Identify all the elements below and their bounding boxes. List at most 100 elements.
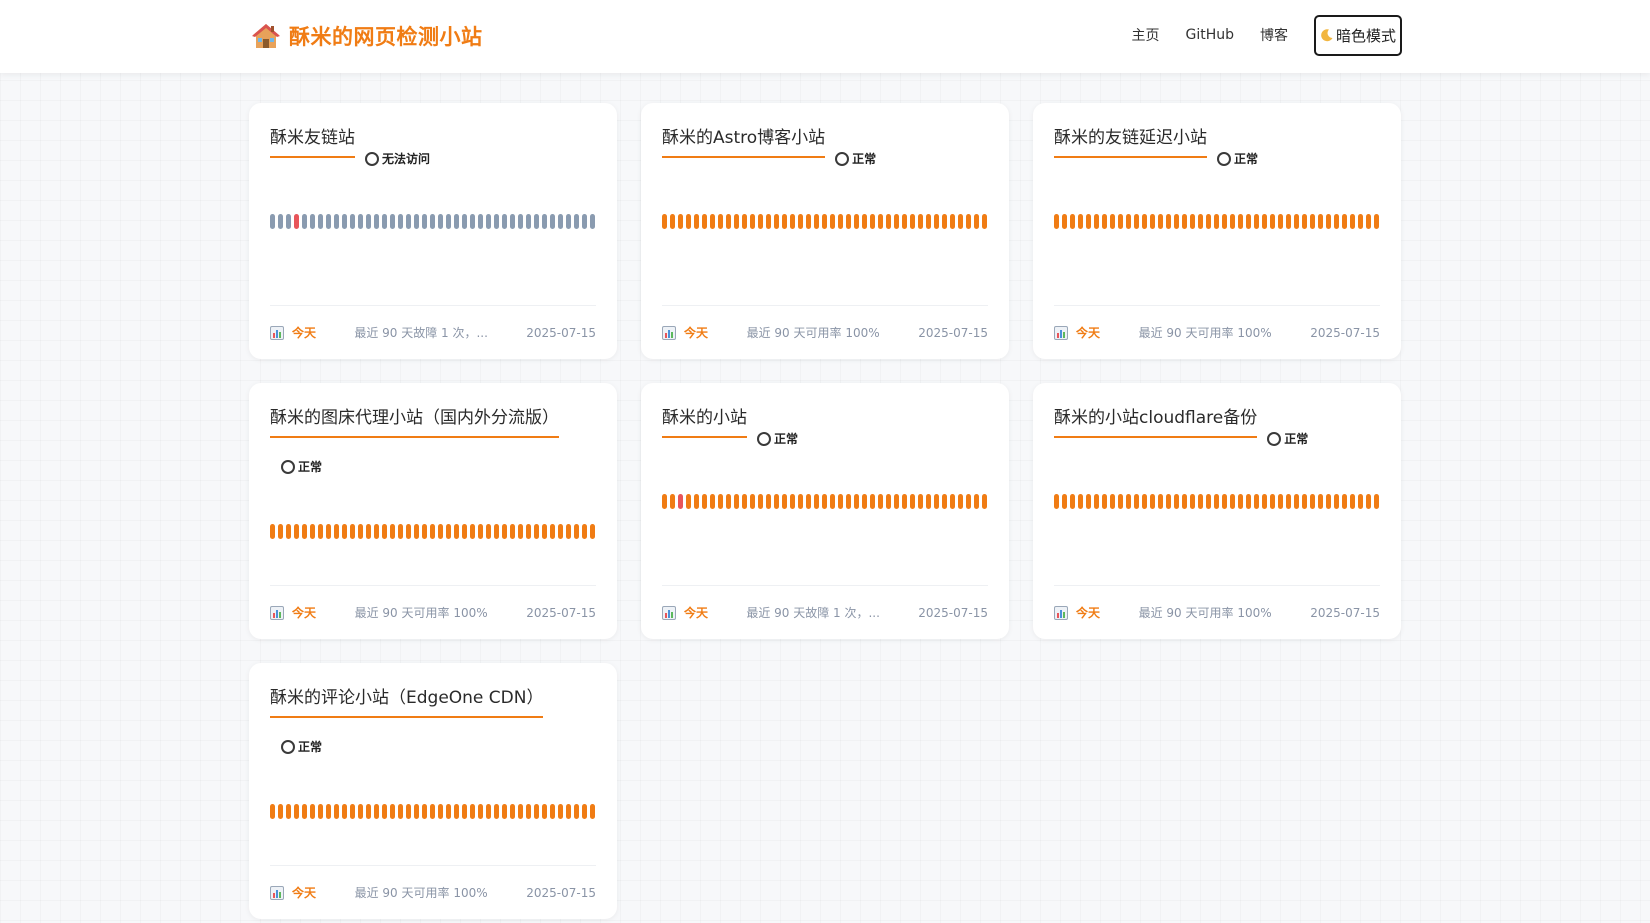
brand[interactable]: 酥米的网页检测小站 <box>251 18 483 54</box>
uptime-bar[interactable] <box>830 494 835 509</box>
uptime-bar[interactable] <box>294 804 299 819</box>
uptime-bar[interactable] <box>670 214 675 229</box>
uptime-bar[interactable] <box>886 494 891 509</box>
uptime-bar[interactable] <box>446 804 451 819</box>
uptime-bar[interactable] <box>334 214 339 229</box>
uptime-bar[interactable] <box>1054 214 1059 229</box>
uptime-bar[interactable] <box>1374 494 1379 509</box>
uptime-bar[interactable] <box>470 524 475 539</box>
uptime-bar[interactable] <box>302 524 307 539</box>
uptime-bar[interactable] <box>326 804 331 819</box>
nav-link-home[interactable]: 主页 <box>1131 25 1159 45</box>
uptime-bar[interactable] <box>814 214 819 229</box>
uptime-bar[interactable] <box>350 524 355 539</box>
uptime-bar[interactable] <box>694 494 699 509</box>
uptime-bar[interactable] <box>934 494 939 509</box>
uptime-bar[interactable] <box>406 214 411 229</box>
uptime-bar[interactable] <box>846 494 851 509</box>
uptime-bar[interactable] <box>854 494 859 509</box>
uptime-bar[interactable] <box>318 214 323 229</box>
uptime-bar[interactable] <box>310 804 315 819</box>
uptime-bar[interactable] <box>462 214 467 229</box>
uptime-bar[interactable] <box>710 494 715 509</box>
uptime-bar[interactable] <box>1198 494 1203 509</box>
uptime-bar[interactable] <box>774 494 779 509</box>
uptime-bar[interactable] <box>1070 214 1075 229</box>
uptime-bar[interactable] <box>694 214 699 229</box>
uptime-bar[interactable] <box>1270 214 1275 229</box>
uptime-bar[interactable] <box>326 524 331 539</box>
uptime-bar[interactable] <box>326 214 331 229</box>
uptime-bar[interactable] <box>302 214 307 229</box>
uptime-bar[interactable] <box>1374 214 1379 229</box>
uptime-bar[interactable] <box>286 214 291 229</box>
uptime-bar[interactable] <box>382 214 387 229</box>
uptime-bar[interactable] <box>406 804 411 819</box>
uptime-bar[interactable] <box>782 214 787 229</box>
uptime-bar[interactable] <box>350 214 355 229</box>
uptime-bar[interactable] <box>366 214 371 229</box>
uptime-bar[interactable] <box>1342 214 1347 229</box>
uptime-bar[interactable] <box>734 214 739 229</box>
uptime-bar[interactable] <box>1174 494 1179 509</box>
uptime-bar[interactable] <box>1190 214 1195 229</box>
uptime-bar[interactable] <box>358 214 363 229</box>
uptime-bar[interactable] <box>822 494 827 509</box>
uptime-bar[interactable] <box>518 214 523 229</box>
monitor-card[interactable]: 酥米的图床代理小站（国内外分流版） 正常 今天 最近 90 天可用率 100% … <box>249 383 617 639</box>
uptime-bar[interactable] <box>478 214 483 229</box>
uptime-bar[interactable] <box>1070 494 1075 509</box>
uptime-bar[interactable] <box>1334 494 1339 509</box>
uptime-bar[interactable] <box>1182 214 1187 229</box>
uptime-bar[interactable] <box>1238 214 1243 229</box>
uptime-bar[interactable] <box>678 494 683 509</box>
uptime-bar[interactable] <box>350 804 355 819</box>
uptime-bar[interactable] <box>894 214 899 229</box>
uptime-bar[interactable] <box>822 214 827 229</box>
uptime-bar[interactable] <box>1118 214 1123 229</box>
uptime-bar[interactable] <box>582 804 587 819</box>
uptime-bar[interactable] <box>1086 214 1091 229</box>
uptime-bar[interactable] <box>414 524 419 539</box>
uptime-bar[interactable] <box>1366 494 1371 509</box>
uptime-bar[interactable] <box>1358 214 1363 229</box>
uptime-bar[interactable] <box>294 214 299 229</box>
uptime-bar[interactable] <box>1342 494 1347 509</box>
uptime-bar[interactable] <box>518 804 523 819</box>
uptime-bar[interactable] <box>334 804 339 819</box>
uptime-bar[interactable] <box>974 494 979 509</box>
uptime-bar[interactable] <box>1102 214 1107 229</box>
dark-mode-button[interactable]: 暗色模式 <box>1314 14 1402 56</box>
uptime-bar[interactable] <box>1294 214 1299 229</box>
uptime-bar[interactable] <box>390 524 395 539</box>
uptime-bar[interactable] <box>550 214 555 229</box>
uptime-bar[interactable] <box>726 214 731 229</box>
uptime-bar[interactable] <box>286 804 291 819</box>
uptime-bar[interactable] <box>1198 214 1203 229</box>
uptime-bar[interactable] <box>502 804 507 819</box>
uptime-bar[interactable] <box>886 214 891 229</box>
uptime-bar[interactable] <box>294 524 299 539</box>
uptime-bar[interactable] <box>718 214 723 229</box>
uptime-bar[interactable] <box>470 214 475 229</box>
uptime-bar[interactable] <box>590 524 595 539</box>
uptime-bar[interactable] <box>1062 494 1067 509</box>
monitor-card[interactable]: 酥米的小站 正常 今天 最近 90 天故障 1 次，... 2025-07-15 <box>641 383 1009 639</box>
uptime-bar[interactable] <box>1302 214 1307 229</box>
uptime-bar[interactable] <box>942 214 947 229</box>
uptime-bar[interactable] <box>406 524 411 539</box>
uptime-bar[interactable] <box>1366 214 1371 229</box>
uptime-bar[interactable] <box>470 804 475 819</box>
uptime-bar[interactable] <box>438 524 443 539</box>
monitor-card[interactable]: 酥米友链站 无法访问 今天 最近 90 天故障 1 次，... 2025-07-… <box>249 103 617 359</box>
uptime-bar[interactable] <box>310 214 315 229</box>
uptime-bar[interactable] <box>862 494 867 509</box>
uptime-bar[interactable] <box>590 804 595 819</box>
uptime-bar[interactable] <box>446 524 451 539</box>
uptime-bar[interactable] <box>1134 494 1139 509</box>
uptime-bar[interactable] <box>734 494 739 509</box>
uptime-bar[interactable] <box>966 214 971 229</box>
uptime-bar[interactable] <box>934 214 939 229</box>
uptime-bar[interactable] <box>486 524 491 539</box>
uptime-bar[interactable] <box>542 524 547 539</box>
